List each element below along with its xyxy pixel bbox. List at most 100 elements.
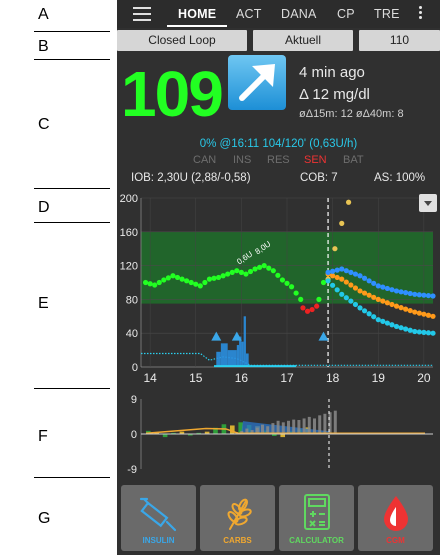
bg-point <box>357 288 363 294</box>
bg-point <box>412 328 418 335</box>
bg-point <box>304 308 311 314</box>
insulin-label: INSULIN <box>142 536 175 545</box>
bg-point <box>343 279 349 285</box>
carbs-button[interactable]: CARBS <box>200 485 275 551</box>
y-tick-label: 200 <box>120 193 138 205</box>
annotation-e: E <box>38 295 49 312</box>
bg-value: 109 <box>121 58 224 130</box>
x-tick-label: 19 <box>372 371 386 385</box>
bg-point <box>334 274 340 281</box>
bg-point <box>384 320 390 326</box>
tab-cp[interactable]: CP <box>337 7 355 21</box>
bg-point <box>220 273 226 279</box>
bg-point <box>343 295 349 301</box>
tab-act[interactable]: ACT <box>236 7 262 21</box>
bg-point <box>380 298 386 304</box>
bg-point <box>416 329 422 335</box>
bg-point <box>184 278 190 284</box>
bg-point <box>288 284 295 290</box>
avg-delta: øΔ15m: 12 øΔ40m: 8 <box>299 108 404 120</box>
temp-basal-status[interactable]: 0% @16:11 104/120' (0,63U/h) <box>117 138 440 150</box>
bg-point <box>357 305 363 311</box>
tab-home[interactable]: HOME <box>178 7 216 21</box>
bg-point <box>170 273 176 279</box>
bg-point <box>403 306 409 312</box>
bg-point <box>407 327 413 333</box>
annotation-divider <box>34 31 110 32</box>
bg-point <box>361 308 368 314</box>
cgm-label: CGM <box>386 536 405 545</box>
bg-point <box>352 301 359 308</box>
bg-point <box>398 305 404 311</box>
bg-point <box>416 292 422 298</box>
bg-point <box>398 325 404 331</box>
tab-tre[interactable]: TRE <box>374 7 400 21</box>
bg-point <box>425 292 432 299</box>
menu-icon[interactable] <box>133 7 151 21</box>
x-tick-label: 18 <box>326 371 340 385</box>
bg-graph[interactable]: 0408012016020014 15 16 17 18 19 200,6U8,0U <box>117 192 440 387</box>
status-sen: SEN <box>304 154 327 166</box>
y-tick-label: 0 <box>131 429 137 441</box>
y-tick-label: 40 <box>126 328 138 340</box>
cgm-button[interactable]: CGM <box>358 485 433 551</box>
status-ins: INS <box>233 154 252 166</box>
bg-point <box>243 271 249 277</box>
app-screen: HOME ACT DANA CP TRE Closed Loop Aktuell… <box>117 0 440 555</box>
bg-point <box>325 269 331 275</box>
target-button[interactable]: 110 <box>359 30 440 51</box>
insulin-bar <box>220 343 228 367</box>
status-bat: BAT <box>343 154 364 166</box>
carb-deviation-bar <box>302 418 306 434</box>
calculator-label: CALCULATOR <box>289 536 344 545</box>
bg-point <box>225 271 231 277</box>
overflow-menu-icon[interactable] <box>419 6 423 21</box>
y-tick-label: -9 <box>127 464 137 475</box>
bg-point <box>266 265 272 271</box>
bg-delta: Δ 12 mg/dl <box>299 86 370 103</box>
bg-point <box>343 268 349 274</box>
bg-point <box>339 291 345 297</box>
bg-point <box>284 280 290 286</box>
annotation-divider <box>34 188 110 189</box>
annotation-c: C <box>38 116 50 133</box>
bg-point <box>330 282 336 288</box>
bg-point <box>393 288 400 294</box>
bg-point <box>261 263 267 269</box>
bg-point <box>371 314 377 320</box>
deviation-graph: 9 0 -9 <box>127 395 433 475</box>
bg-point <box>320 279 327 286</box>
bg-point <box>197 283 203 289</box>
blood-drop-icon <box>383 496 408 531</box>
graph-options-dropdown[interactable] <box>419 194 437 212</box>
bg-point <box>229 269 235 275</box>
x-tick-label: 14 <box>143 371 157 385</box>
loop-mode-button[interactable]: Closed Loop <box>117 30 247 51</box>
bg-point <box>293 290 299 296</box>
bg-point <box>412 291 418 297</box>
insulin-bar <box>243 316 246 367</box>
bg-point <box>421 292 427 298</box>
bg-point <box>147 281 153 287</box>
carb-deviation-bar <box>271 423 275 434</box>
bg-point <box>193 281 199 287</box>
bg-point <box>325 278 331 284</box>
bg-point <box>416 310 422 316</box>
insulin-button[interactable]: INSULIN <box>121 485 196 551</box>
bg-point <box>334 267 340 273</box>
status-res: RES <box>267 154 290 166</box>
x-tick-label: 17 <box>280 371 294 385</box>
y-tick-label: 120 <box>120 261 138 273</box>
bg-point <box>361 275 368 281</box>
tab-dana[interactable]: DANA <box>281 7 317 21</box>
profile-button[interactable]: Aktuell <box>253 30 353 51</box>
bg-point <box>375 317 381 323</box>
bg-point <box>298 296 304 302</box>
calculator-button[interactable]: CALCULATOR <box>279 485 354 551</box>
insulin-bar <box>227 350 237 367</box>
bg-point <box>330 268 336 274</box>
annotation-divider <box>34 59 110 60</box>
carb-deviation-bar <box>292 419 296 434</box>
annotation-f: F <box>38 428 48 445</box>
y-tick-label: 160 <box>120 227 138 239</box>
